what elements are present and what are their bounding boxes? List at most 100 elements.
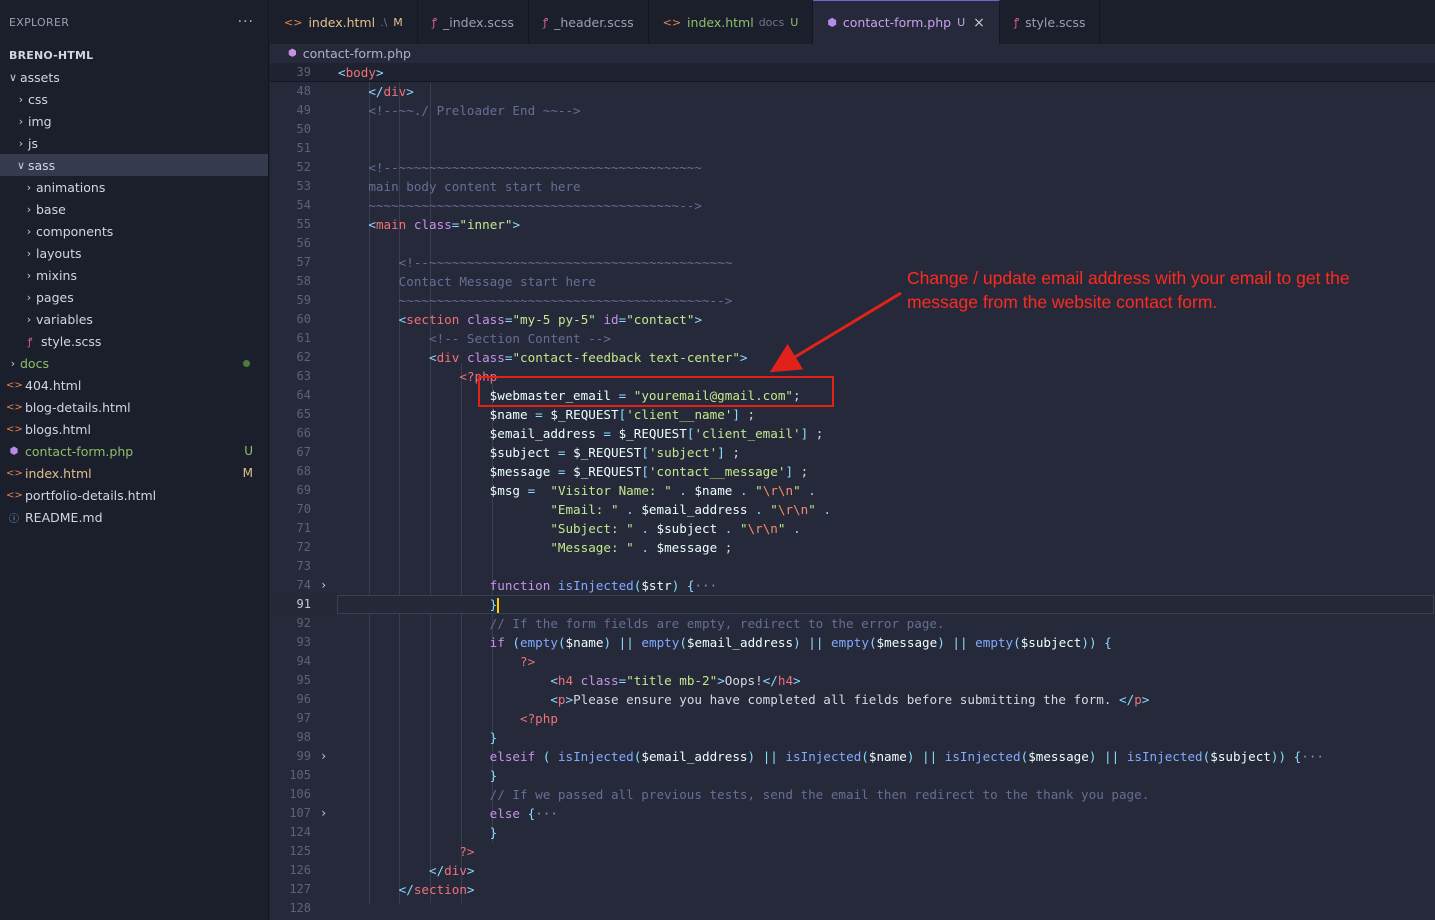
tree-item-style-scss[interactable]: ꝭ style.scss <box>0 330 268 352</box>
code-text: ?> <box>338 652 535 671</box>
line-number: 52 <box>296 160 311 174</box>
fold-chevron-icon[interactable]: › <box>320 576 332 595</box>
code-token: id <box>603 312 619 327</box>
close-icon[interactable]: × <box>973 15 985 31</box>
fold-chevron-icon[interactable]: › <box>320 804 332 823</box>
tree-item-animations[interactable]: › animations <box>0 176 268 198</box>
tree-item-img[interactable]: › img <box>0 110 268 132</box>
code-token: $subject <box>1020 635 1082 650</box>
code-line: 69 $msg = "Visitor Name: " . $name . "\r… <box>270 481 1435 500</box>
code-line: 56 <box>270 234 1435 253</box>
code-token: $subject <box>489 445 551 460</box>
code-token: h4 <box>777 673 794 688</box>
code-token: ; <box>747 407 756 422</box>
code-text: } <box>338 728 498 747</box>
tree-item-contact-form-php[interactable]: ⬢ contact-form.php U <box>0 440 268 462</box>
line-number: 98 <box>296 730 311 744</box>
code-text: Contact Message start here <box>338 272 596 291</box>
code-token: isInjected <box>785 749 862 764</box>
tree-item-components[interactable]: › components <box>0 220 268 242</box>
more-actions-icon[interactable]: ··· <box>238 14 254 30</box>
code-token: 'client_email' <box>694 426 801 441</box>
tree-item-mixins[interactable]: › mixins <box>0 264 268 286</box>
code-token: section <box>413 882 467 897</box>
code-token: class <box>466 312 505 327</box>
code-token: ( <box>861 749 869 764</box>
line-number: 71 <box>296 521 311 535</box>
tree-item-layouts[interactable]: › layouts <box>0 242 268 264</box>
code-token: 'subject' <box>648 445 718 460</box>
code-text: // If we passed all previous tests, send… <box>338 785 1150 804</box>
code-token: > <box>565 692 574 707</box>
line-number: 91 <box>296 597 311 611</box>
code-line: 95 <h4 class="title mb-2">Oops!</h4> <box>270 671 1435 690</box>
tab--header-scss[interactable]: ꝭ _header.scss <box>529 0 649 44</box>
code-token: $subject <box>1210 749 1271 764</box>
tree-item-assets[interactable]: ∨ assets <box>0 66 268 88</box>
code-token: ··· <box>1301 749 1325 764</box>
tab-index-html[interactable]: <> index.html docs U <box>649 0 814 44</box>
tab-contact-form-php[interactable]: ⬢ contact-form.php U × <box>813 0 1000 44</box>
code-text: $email_address = $_REQUEST['client_email… <box>338 424 824 443</box>
line-number: 54 <box>296 198 311 212</box>
code-token: $name <box>565 635 604 650</box>
code-token: Oops! <box>724 673 763 688</box>
tree-item-index-html[interactable]: <> index.html M <box>0 462 268 484</box>
line-number: 70 <box>296 502 311 516</box>
code-token: div <box>383 84 407 99</box>
code-token: <!--~~./ Preloader End ~~--> <box>368 103 581 118</box>
project-root[interactable]: BRENO-HTML <box>0 44 268 66</box>
chevron-right-icon: › <box>26 290 32 304</box>
fold-chevron-icon[interactable]: › <box>320 747 332 766</box>
scss-file-icon: ꝭ <box>27 337 33 348</box>
tree-item-portfolio-details-html[interactable]: <> portfolio-details.html <box>0 484 268 506</box>
tab--index-scss[interactable]: ꝭ _index.scss <box>418 0 529 44</box>
tree-item-css[interactable]: › css <box>0 88 268 110</box>
code-token: $name <box>489 407 528 422</box>
tree-item-docs[interactable]: › docs <box>0 352 268 374</box>
code-editor[interactable]: 39 <body> 48 </div> 49 <!--~~./ Preloader E… <box>270 63 1435 920</box>
tab-index-html[interactable]: <> index.html .\ M <box>270 0 418 44</box>
code-text: else {··· <box>338 804 558 823</box>
tab-style-scss[interactable]: ꝭ style.scss <box>1000 0 1101 44</box>
code-token: . <box>641 540 649 555</box>
tree-item-js[interactable]: › js <box>0 132 268 154</box>
code-text: <?php <box>338 709 558 728</box>
tree-item-404-html[interactable]: <> 404.html <box>0 374 268 396</box>
line-number: 61 <box>296 331 311 345</box>
tree-item-blogs-html[interactable]: <> blogs.html <box>0 418 268 440</box>
line-number: 94 <box>296 654 311 668</box>
code-token: div <box>444 863 467 878</box>
tree-item-label: layouts <box>36 245 82 261</box>
chevron-right-icon: › <box>18 114 24 128</box>
line-number: 50 <box>296 122 311 136</box>
info-file-icon: ⓘ <box>9 513 19 525</box>
code-token: > <box>717 673 725 688</box>
code-token: { <box>1104 635 1112 650</box>
breadcrumb[interactable]: ⬢ contact-form.php <box>270 44 1435 63</box>
tree-item-sass[interactable]: ∨ sass <box>0 154 268 176</box>
tree-item-variables[interactable]: › variables <box>0 308 268 330</box>
tree-item-base[interactable]: › base <box>0 198 268 220</box>
tree-item-pages[interactable]: › pages <box>0 286 268 308</box>
tree-item-readme-md[interactable]: ⓘ README.md <box>0 506 268 528</box>
tree-item-label: 404.html <box>25 377 82 393</box>
code-token: ( <box>868 635 877 650</box>
tree-item-blog-details-html[interactable]: <> blog-details.html <box>0 396 268 418</box>
line-number: 57 <box>296 255 311 269</box>
code-line: 74 › function isInjected($str) {··· <box>270 576 1435 595</box>
tree-item-label: docs <box>20 355 49 371</box>
code-token: $email_address <box>489 426 596 441</box>
